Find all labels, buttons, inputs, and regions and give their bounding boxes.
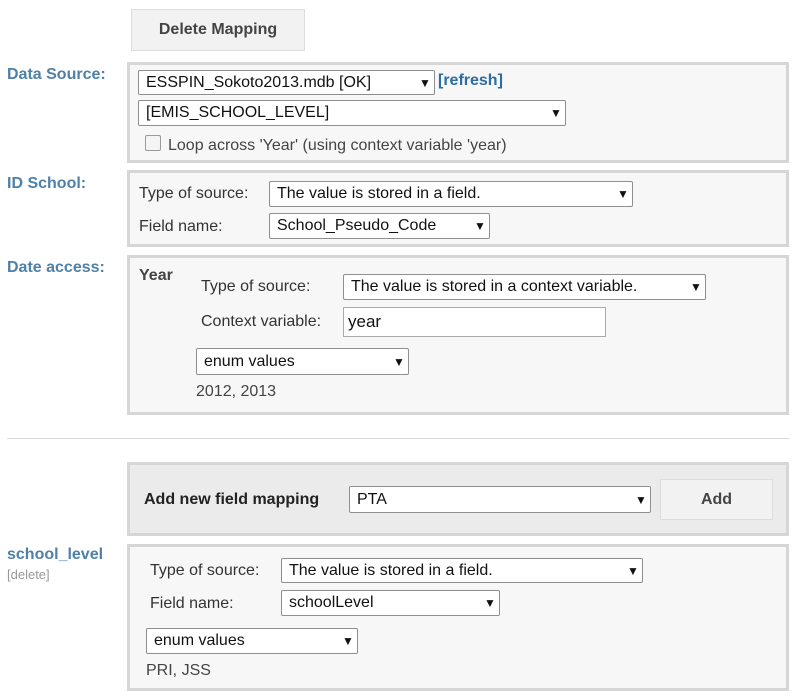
- chevron-down-icon: ▼: [419, 75, 431, 90]
- date-access-enum-select[interactable]: enum values ▼: [196, 348, 409, 375]
- id-school-type-value: The value is stored in a field.: [277, 185, 481, 202]
- date-access-type-select[interactable]: The value is stored in a context variabl…: [343, 274, 706, 300]
- refresh-link[interactable]: [refresh]: [438, 72, 503, 90]
- date-access-context-label: Context variable:: [201, 313, 322, 330]
- delete-mapping-button[interactable]: Delete Mapping: [131, 9, 305, 51]
- id-school-label: ID School:: [7, 175, 87, 192]
- id-school-field-select[interactable]: School_Pseudo_Code ▼: [269, 213, 490, 239]
- id-school-type-label: Type of source:: [139, 185, 249, 202]
- chevron-down-icon: ▼: [627, 563, 639, 578]
- date-access-type-value: The value is stored in a context variabl…: [351, 278, 638, 295]
- school-level-enum-select[interactable]: enum values ▼: [146, 628, 358, 654]
- id-school-field-value: School_Pseudo_Code: [277, 217, 437, 234]
- section-divider: [7, 438, 789, 439]
- add-button[interactable]: Add: [660, 479, 773, 520]
- data-source-db-value: ESSPIN_Sokoto2013.mdb [OK]: [146, 73, 372, 91]
- add-mapping-field-select[interactable]: PTA ▼: [349, 486, 651, 513]
- school-level-type-select[interactable]: The value is stored in a field. ▼: [281, 558, 643, 583]
- data-source-label: Data Source:: [7, 66, 106, 83]
- date-access-enum-value: enum values: [204, 352, 295, 370]
- chevron-down-icon: ▼: [617, 187, 629, 201]
- school-level-enum-values: PRI, JSS: [146, 662, 211, 679]
- id-school-type-select[interactable]: The value is stored in a field. ▼: [269, 181, 633, 207]
- chevron-down-icon: ▼: [484, 596, 496, 610]
- school-level-enum-value: enum values: [154, 632, 245, 649]
- chevron-down-icon: ▼: [550, 106, 562, 120]
- loop-year-checkbox[interactable]: [145, 135, 161, 151]
- school-level-field-value: schoolLevel: [289, 594, 374, 611]
- loop-year-checkbox-label: Loop across 'Year' (using context variab…: [168, 137, 507, 154]
- chevron-down-icon: ▼: [690, 280, 702, 294]
- chevron-down-icon: ▼: [474, 219, 486, 233]
- school-level-type-label: Type of source:: [150, 562, 260, 579]
- date-access-label: Date access:: [7, 259, 105, 276]
- chevron-down-icon: ▼: [393, 354, 405, 369]
- data-source-table-value: [EMIS_SCHOOL_LEVEL]: [146, 104, 330, 121]
- school-level-delete-link[interactable]: [delete]: [7, 567, 50, 582]
- chevron-down-icon: ▼: [342, 634, 354, 648]
- date-access-section-title: Year: [139, 267, 173, 284]
- data-source-table-select[interactable]: [EMIS_SCHOOL_LEVEL] ▼: [138, 100, 566, 126]
- data-source-db-select[interactable]: ESSPIN_Sokoto2013.mdb [OK] ▼: [138, 70, 435, 95]
- date-access-type-label: Type of source:: [201, 278, 311, 295]
- school-level-field-select[interactable]: schoolLevel ▼: [281, 590, 500, 616]
- add-mapping-label: Add new field mapping: [144, 491, 320, 508]
- add-mapping-field-value: PTA: [357, 490, 387, 508]
- school-level-field-label: Field name:: [150, 595, 234, 612]
- chevron-down-icon: ▼: [635, 492, 647, 507]
- id-school-field-label: Field name:: [139, 218, 223, 235]
- school-level-type-value: The value is stored in a field.: [289, 561, 493, 579]
- context-variable-input[interactable]: year: [343, 307, 606, 337]
- date-access-enum-values: 2012, 2013: [196, 383, 277, 400]
- school-level-label: school_level: [7, 546, 104, 563]
